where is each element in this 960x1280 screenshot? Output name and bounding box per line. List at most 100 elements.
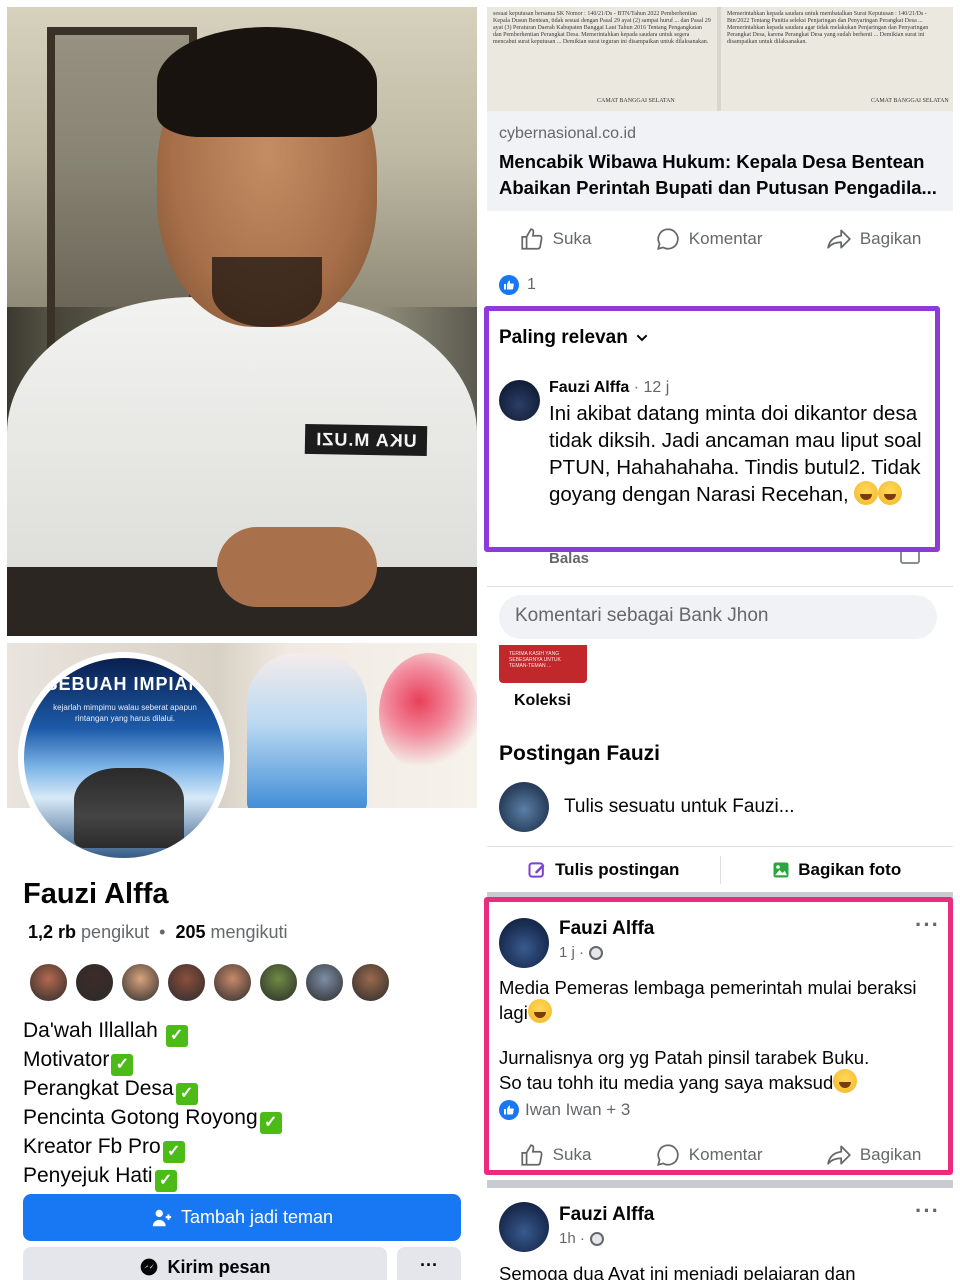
check-mark-icon: ✓ xyxy=(259,1112,282,1134)
reaction-count: 1 xyxy=(527,276,536,293)
document-page: Memerintahkan kepada saudara untuk memba… xyxy=(721,7,953,111)
write-post-button[interactable]: Tulis postingan xyxy=(487,848,720,892)
cover-flowers xyxy=(379,653,477,773)
document-signature: CAMAT BANGGAI SELATAN xyxy=(597,98,675,104)
composer-actions: Tulis postingan Bagikan foto xyxy=(487,848,953,892)
link-preview[interactable]: cybernasional.co.id Mencabik Wibawa Huku… xyxy=(487,111,953,211)
following-label[interactable]: mengikuti xyxy=(211,922,288,942)
friend-avatar[interactable] xyxy=(304,962,345,1003)
check-mark-icon: ✓ xyxy=(175,1083,198,1105)
friend-avatar[interactable] xyxy=(28,962,69,1003)
like-label: Suka xyxy=(552,229,592,248)
bio-text: Pencinta Gotong Royong xyxy=(23,1106,258,1129)
check-mark-icon: ✓ xyxy=(154,1170,177,1192)
post-timestamp[interactable]: 1h · xyxy=(559,1230,604,1247)
cover-child xyxy=(247,653,367,808)
bio-text: Da'wah Illallah xyxy=(23,1019,164,1042)
link-domain: cybernasional.co.id xyxy=(499,125,636,142)
collection-thumbnail[interactable]: TERIMA KASIH YANG SEBESARNYA UNTUK TEMAN… xyxy=(499,645,587,683)
thumbs-up-icon xyxy=(521,228,543,250)
document-text: sesuai keputusan bersama SK Nomor : 140/… xyxy=(493,11,711,45)
stats-separator: • xyxy=(154,922,171,942)
post-time-text: 1h · xyxy=(559,1230,585,1247)
bio-text: Penyejuk Hati xyxy=(23,1164,153,1187)
divider xyxy=(487,846,953,847)
avatar-subtitle: kejarlah mimpimu walau seberat apapun ri… xyxy=(53,703,197,723)
bio-line: Perangkat Desa ✓ xyxy=(23,1076,282,1105)
friend-avatar[interactable] xyxy=(212,962,253,1003)
more-options-button[interactable]: ··· xyxy=(397,1247,461,1280)
post-author-name[interactable]: Fauzi Alffa xyxy=(559,1204,654,1226)
globe-icon xyxy=(589,1231,604,1246)
document-signature: CAMAT BANGGAI SELATAN xyxy=(871,98,949,104)
profile-avatar[interactable]: SEBUAH IMPIAN kejarlah mimpimu walau seb… xyxy=(18,652,230,864)
profile-stats: 1,2 rb pengikut • 205 mengikuti xyxy=(28,922,288,943)
composer-avatar xyxy=(499,782,549,832)
photo-arm xyxy=(217,527,377,607)
share-photo-button[interactable]: Bagikan foto xyxy=(721,848,954,892)
reply-button[interactable]: Balas xyxy=(549,550,589,567)
profile-photo[interactable]: UKA M.UZI xyxy=(7,7,477,636)
photo-hair xyxy=(157,27,377,137)
pink-highlight-box xyxy=(484,897,953,1175)
share-icon xyxy=(827,229,851,249)
bio-line: Da'wah Illallah ✓ xyxy=(23,1018,282,1047)
followers-label[interactable]: pengikut xyxy=(81,922,149,942)
check-mark-icon: ✓ xyxy=(162,1141,185,1163)
link-title-line2: Abaikan Perintah Bupati dan Putusan Peng… xyxy=(499,177,937,198)
photo-icon xyxy=(773,862,789,878)
bio-line: Motivator ✓ xyxy=(23,1047,282,1076)
send-message-label: Kirim pesan xyxy=(167,1257,271,1277)
post-author-avatar[interactable] xyxy=(499,1202,549,1252)
shared-document-image[interactable]: sesuai keputusan bersama SK Nomor : 140/… xyxy=(487,7,953,111)
followers-count[interactable]: 1,2 rb xyxy=(28,922,76,942)
messenger-icon xyxy=(141,1258,158,1276)
bio-line: Penyejuk Hati ✓ xyxy=(23,1163,282,1192)
avatar-image: SEBUAH IMPIAN kejarlah mimpimu walau seb… xyxy=(24,658,224,858)
bio-text: Kreator Fb Pro xyxy=(23,1135,161,1158)
mutual-friends-row[interactable] xyxy=(28,962,391,1003)
avatar-people xyxy=(74,768,184,848)
check-mark-icon: ✓ xyxy=(111,1054,134,1076)
write-something-input[interactable]: Tulis sesuatu untuk Fauzi... xyxy=(564,796,795,818)
photo-beard xyxy=(212,257,322,327)
add-friend-label: Tambah jadi teman xyxy=(180,1207,334,1227)
photo-nametag: UKA M.UZI xyxy=(304,423,428,457)
edit-icon xyxy=(528,862,545,878)
profile-name: Fauzi Alffa xyxy=(23,878,169,910)
add-friend-button[interactable]: Tambah jadi teman xyxy=(23,1194,461,1241)
purple-highlight-box xyxy=(484,306,940,552)
share-photo-label: Bagikan foto xyxy=(798,860,902,879)
avatar-banner: SEBUAH IMPIAN xyxy=(45,674,203,694)
section-separator xyxy=(487,1180,953,1188)
comment-label: Komentar xyxy=(688,229,763,248)
bio-line: Kreator Fb Pro ✓ xyxy=(23,1134,282,1163)
friend-avatar[interactable] xyxy=(166,962,207,1003)
friend-avatar[interactable] xyxy=(350,962,391,1003)
share-button[interactable]: Bagikan xyxy=(826,226,921,252)
following-count[interactable]: 205 xyxy=(175,922,205,942)
post-more-button[interactable]: ··· xyxy=(915,1198,940,1224)
link-title: Mencabik Wibawa Hukum: Kepala Desa Bente… xyxy=(499,151,925,172)
send-message-button[interactable]: Kirim pesan xyxy=(23,1247,387,1280)
posts-section-title: Postingan Fauzi xyxy=(499,742,661,765)
friend-avatar[interactable] xyxy=(120,962,161,1003)
bio-text: Perangkat Desa xyxy=(23,1077,174,1100)
bio-line: Pencinta Gotong Royong ✓ xyxy=(23,1105,282,1134)
like-button[interactable]: Suka xyxy=(519,226,592,252)
friend-avatar[interactable] xyxy=(74,962,115,1003)
post-action-bar: Suka Komentar Bagikan xyxy=(487,219,953,259)
comment-button[interactable]: Komentar xyxy=(655,226,763,252)
like-reaction-icon xyxy=(499,275,519,295)
comment-input[interactable]: Komentari sebagai Bank Jhon xyxy=(499,595,937,639)
check-mark-icon: ✓ xyxy=(165,1025,188,1047)
bio-text: Motivator xyxy=(23,1048,110,1071)
write-post-label: Tulis postingan xyxy=(555,860,680,879)
document-page: sesuai keputusan bersama SK Nomor : 140/… xyxy=(487,7,717,111)
comment-icon xyxy=(656,228,679,250)
friend-avatar[interactable] xyxy=(258,962,299,1003)
post-text: Semoga dua Ayat ini menjadi pelajaran da… xyxy=(499,1263,856,1280)
reaction-summary[interactable]: 1 xyxy=(499,275,536,295)
share-label: Bagikan xyxy=(859,229,922,248)
collection-label[interactable]: Koleksi xyxy=(514,692,571,710)
